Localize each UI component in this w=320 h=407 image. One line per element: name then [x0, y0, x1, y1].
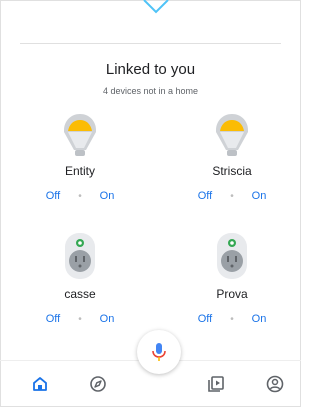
separator-dot: • [230, 313, 234, 325]
device-card-entity[interactable]: Entity Off • On [20, 108, 140, 202]
separator-dot: • [78, 190, 82, 202]
device-controls: Off • On [172, 190, 292, 202]
bottom-navigation [0, 366, 301, 402]
home-icon[interactable] [28, 372, 52, 396]
page-subtitle: 4 devices not in a home [102, 86, 199, 96]
on-button[interactable]: On [89, 313, 125, 325]
off-button[interactable]: Off [35, 190, 71, 202]
chevron-icon[interactable] [136, 0, 176, 14]
mic-icon [152, 343, 166, 361]
device-name: casse [64, 287, 96, 301]
device-name: Prova [216, 287, 248, 301]
device-name: Striscia [212, 164, 252, 178]
off-button[interactable]: Off [187, 190, 223, 202]
separator-dot: • [230, 190, 234, 202]
plug-icon [65, 233, 95, 279]
off-button[interactable]: Off [35, 313, 71, 325]
device-name: Entity [64, 164, 95, 178]
page-title: Linked to you [105, 61, 196, 78]
plug-icon [217, 233, 247, 279]
on-button[interactable]: On [241, 190, 277, 202]
device-card-prova[interactable]: Prova Off • On [172, 231, 292, 325]
bulb-icon [64, 114, 96, 156]
header-divider [20, 43, 281, 44]
media-icon[interactable] [204, 372, 228, 396]
account-icon[interactable] [263, 372, 287, 396]
device-controls: Off • On [172, 313, 292, 325]
bulb-icon [216, 114, 248, 156]
separator-dot: • [78, 313, 82, 325]
device-controls: Off • On [20, 190, 140, 202]
device-card-casse[interactable]: casse Off • On [20, 231, 140, 325]
device-card-striscia[interactable]: Striscia Off • On [172, 108, 292, 202]
off-button[interactable]: Off [187, 313, 223, 325]
device-controls: Off • On [20, 313, 140, 325]
on-button[interactable]: On [241, 313, 277, 325]
explore-icon[interactable] [86, 372, 110, 396]
on-button[interactable]: On [89, 190, 125, 202]
